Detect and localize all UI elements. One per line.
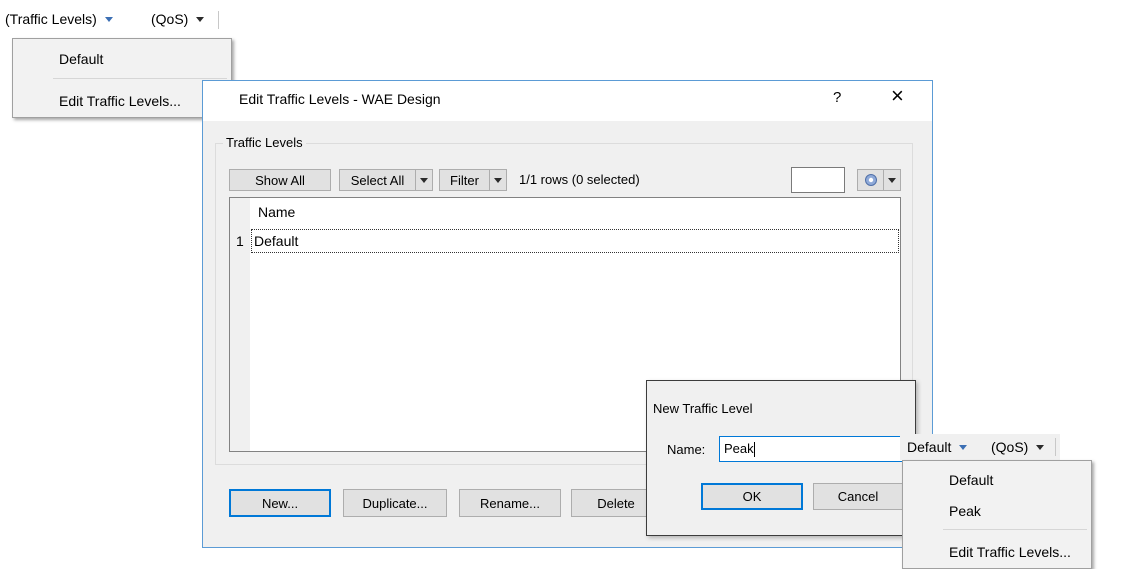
toolbar: (Traffic Levels) (QoS): [0, 8, 240, 32]
new-dialog-title: New Traffic Level: [653, 401, 753, 416]
new-traffic-level-dialog: New Traffic Level Name: Peak OK Cancel: [646, 380, 916, 536]
dropdown-arrow-icon: [101, 11, 117, 27]
menu-item-edit-traffic-levels[interactable]: Edit Traffic Levels...: [903, 540, 1091, 564]
qos-dropdown-2-label: (QoS): [991, 439, 1029, 455]
traffic-level-dropdown-label: (Traffic Levels): [5, 11, 97, 27]
qos-dropdown[interactable]: (QoS): [148, 8, 211, 30]
dialog-title: Edit Traffic Levels - WAE Design: [239, 91, 441, 107]
group-label: Traffic Levels: [223, 135, 306, 150]
traffic-level-dropdown[interactable]: (Traffic Levels): [2, 8, 120, 30]
menu-item-default[interactable]: Default: [903, 468, 1091, 492]
dropdown-arrow-icon: [490, 170, 506, 190]
settings-icon: [858, 170, 884, 190]
traffic-level-menu-2: Default Peak Edit Traffic Levels...: [902, 460, 1092, 569]
menu-separator: [53, 78, 227, 79]
rows-status: 1/1 rows (0 selected): [519, 172, 640, 187]
filter-label: Filter: [440, 170, 490, 190]
name-label: Name:: [667, 442, 706, 457]
duplicate-button[interactable]: Duplicate...: [343, 489, 447, 517]
traffic-level-menu: Default Edit Traffic Levels...: [12, 38, 232, 118]
table-row[interactable]: Default: [251, 229, 899, 253]
menu-item-peak[interactable]: Peak: [903, 499, 1091, 523]
toolbar-bottom: Default (QoS): [900, 434, 1060, 460]
dropdown-arrow-icon: [416, 170, 432, 190]
toolbar-divider: [218, 11, 219, 29]
help-icon[interactable]: ?: [833, 89, 841, 106]
name-field-value: Peak: [724, 441, 754, 456]
menu-item-edit-traffic-levels[interactable]: Edit Traffic Levels...: [13, 89, 231, 113]
row-number: 1: [236, 233, 244, 249]
cell-name: Default: [254, 233, 299, 249]
cancel-button[interactable]: Cancel: [813, 483, 903, 510]
name-field[interactable]: Peak: [719, 436, 915, 462]
traffic-level-dropdown-2-label: Default: [907, 439, 952, 455]
ok-button[interactable]: OK: [701, 483, 803, 510]
select-all-button[interactable]: Select All: [339, 169, 433, 191]
select-all-label: Select All: [340, 170, 416, 190]
filter-button[interactable]: Filter: [439, 169, 507, 191]
dropdown-arrow-icon: [1032, 439, 1048, 455]
close-icon[interactable]: ×: [891, 83, 904, 109]
dropdown-arrow-icon: [192, 11, 208, 27]
show-all-button[interactable]: Show All: [229, 169, 331, 191]
new-button[interactable]: New...: [229, 489, 331, 517]
settings-button[interactable]: [857, 169, 901, 191]
dropdown-arrow-icon: [955, 439, 971, 455]
column-header-name[interactable]: Name: [258, 204, 295, 220]
traffic-level-dropdown-2[interactable]: Default: [904, 436, 974, 458]
qos-dropdown-label: (QoS): [151, 11, 189, 27]
search-input[interactable]: [791, 167, 845, 193]
text-cursor: [753, 442, 755, 458]
menu-separator: [943, 529, 1087, 530]
toolbar-divider: [1055, 438, 1056, 456]
menu-item-default[interactable]: Default: [13, 47, 231, 71]
qos-dropdown-2[interactable]: (QoS): [988, 436, 1051, 458]
rename-button[interactable]: Rename...: [459, 489, 561, 517]
dropdown-arrow-icon: [884, 170, 900, 190]
